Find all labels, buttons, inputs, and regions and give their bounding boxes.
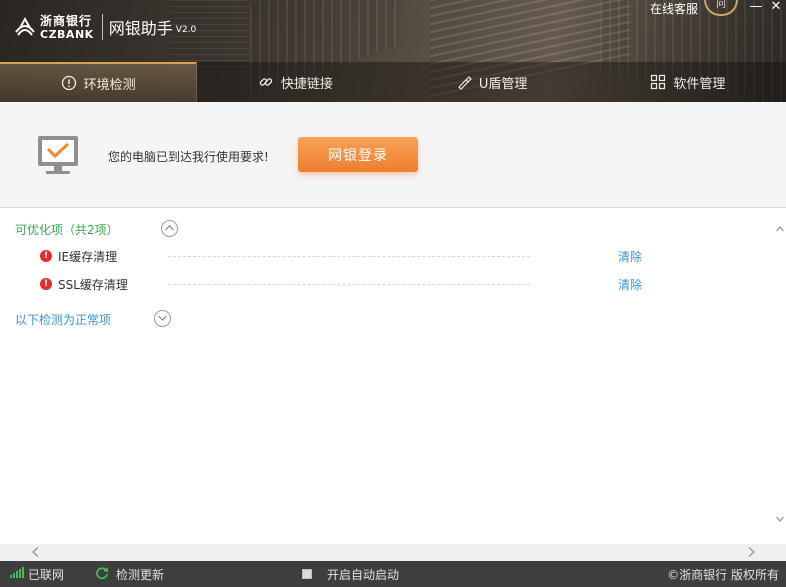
tab-label: 环境检测 — [83, 77, 136, 93]
clear-ssl-cache-link[interactable]: 清除 — [618, 276, 642, 293]
scroll-left-icon[interactable] — [32, 547, 39, 557]
status-panel: 您的电脑已到达我行使用要求! 网银登录 — [0, 102, 786, 208]
check-results: 可优化项（共2项） ! IE缓存清理 清除 ! SSL缓存清理 清除 以下检测为… — [0, 208, 778, 544]
help-badge[interactable]: 问 — [704, 0, 738, 16]
header-banner: 浙商银行 CZBANK 网银助手 V2.0 在线客服 问 — ✕ 环境检测 快捷… — [0, 0, 786, 102]
list-item: ! SSL缓存清理 清除 — [40, 276, 650, 292]
tab-quick-links[interactable]: 快捷链接 — [197, 62, 393, 102]
scroll-right-icon[interactable] — [748, 547, 755, 557]
chevron-up-icon — [165, 225, 174, 231]
logo-divider — [101, 14, 103, 40]
bank-logo-icon — [14, 16, 36, 38]
tab-label: 快捷链接 — [280, 76, 333, 92]
link-icon — [258, 74, 274, 90]
autostart-label: 开启自动启动 — [327, 567, 400, 582]
dotted-divider — [168, 284, 530, 285]
app-logo: 浙商银行 CZBANK 网银助手 V2.0 — [14, 13, 196, 41]
monitor-check-icon — [36, 134, 80, 178]
refresh-icon — [95, 566, 109, 583]
usb-key-icon — [456, 74, 472, 90]
tab-environment-check[interactable]: 环境检测 — [0, 62, 198, 102]
check-update-button[interactable]: 检测更新 — [95, 561, 164, 587]
collapse-toggle[interactable] — [161, 220, 178, 237]
scroll-up-icon[interactable] — [776, 226, 784, 232]
clear-ie-cache-link[interactable]: 清除 — [618, 248, 642, 265]
minimize-button[interactable]: — — [746, 0, 766, 16]
tab-label: U盾管理 — [478, 76, 528, 92]
expand-toggle[interactable] — [154, 310, 171, 327]
check-circle-icon — [61, 75, 77, 91]
scroll-down-icon[interactable] — [776, 516, 784, 522]
logo-chinese: 浙商银行 — [40, 13, 93, 28]
online-service-link[interactable]: 在线客服 — [650, 0, 698, 17]
chevron-down-icon — [158, 315, 167, 321]
autostart-option[interactable]: 开启自动启动 — [302, 561, 399, 587]
vertical-scrollbar[interactable] — [774, 208, 786, 544]
app-version: V2.0 — [175, 25, 197, 35]
optimizable-section-title: 可优化项（共2项） — [15, 223, 119, 237]
title-bar-controls: 在线客服 问 — ✕ — [650, 0, 786, 16]
update-label: 检测更新 — [116, 567, 165, 582]
close-button[interactable]: ✕ — [766, 0, 786, 16]
tab-usb-key[interactable]: U盾管理 — [394, 62, 590, 102]
network-label: 已联网 — [28, 567, 65, 582]
horizontal-scrollbar[interactable] — [0, 544, 786, 561]
logo-english: CZBANK — [40, 27, 94, 41]
online-banking-login-button[interactable]: 网银登录 — [298, 137, 418, 172]
warning-icon: ! — [40, 250, 52, 262]
item-label: IE缓存清理 — [58, 249, 118, 264]
list-item: ! IE缓存清理 清除 — [40, 248, 650, 264]
status-message: 您的电脑已到达我行使用要求! — [108, 150, 269, 164]
tab-label: 软件管理 — [673, 76, 726, 92]
signal-icon — [10, 567, 24, 581]
dotted-divider — [168, 256, 530, 257]
main-tabs: 环境检测 快捷链接 U盾管理 软件管理 — [0, 62, 786, 102]
status-bar: 已联网 检测更新 开启自动启动 ©浙商银行 版权所有 — [0, 561, 786, 587]
apps-grid-icon — [650, 74, 666, 90]
item-label: SSL缓存清理 — [58, 277, 128, 292]
app-title: 网银助手 — [108, 19, 173, 38]
normal-section-title: 以下检测为正常项 — [15, 313, 112, 327]
warning-icon: ! — [40, 278, 52, 290]
copyright-text: ©浙商银行 版权所有 — [667, 567, 779, 582]
autostart-checkbox[interactable] — [302, 569, 312, 579]
network-status: 已联网 — [10, 561, 64, 587]
tab-software-management[interactable]: 软件管理 — [590, 62, 786, 102]
